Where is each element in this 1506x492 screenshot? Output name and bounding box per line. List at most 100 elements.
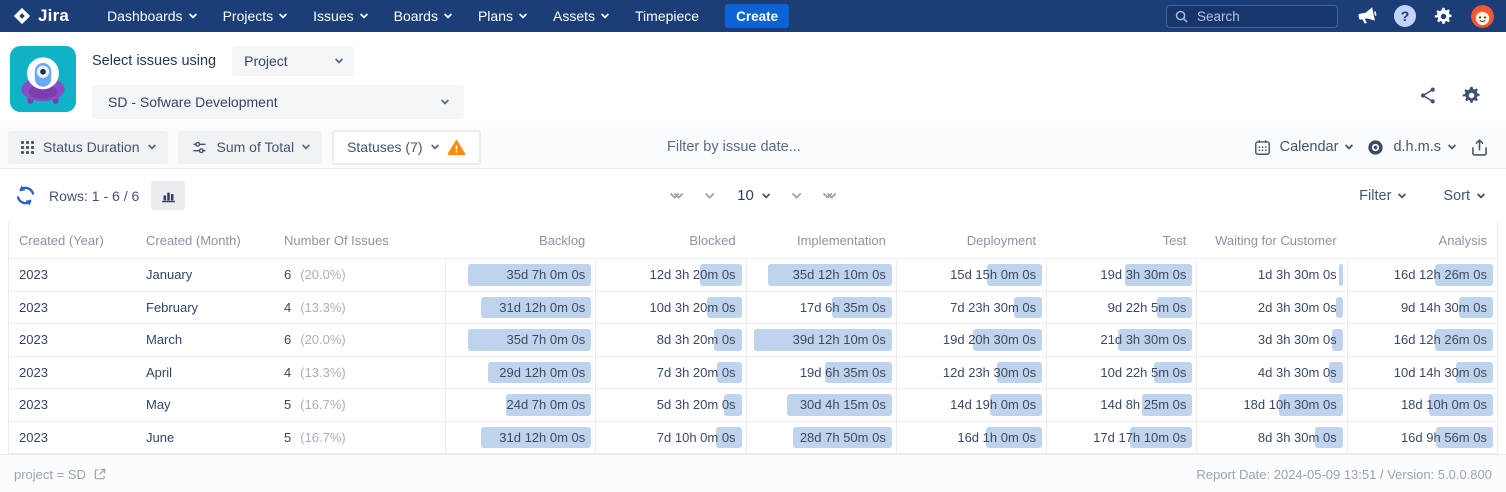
column-header[interactable]: Waiting for Customer: [1196, 222, 1346, 258]
table-row[interactable]: 2023 April 4 (13.3%) 29d 12h 0m 0s 7d 3h 20m …: [9, 355, 1497, 388]
search-icon: [1175, 10, 1188, 23]
share-button[interactable]: [1418, 85, 1439, 106]
jql-query-link[interactable]: project = SD: [14, 467, 107, 482]
report-meta-text: Report Date: 2024-05-09 13:51 / Version:…: [1196, 466, 1492, 482]
table-row[interactable]: 2023 February 4 (13.3%) 31d 12h 0m 0s 10d 3h …: [9, 290, 1497, 323]
nav-item-plans[interactable]: Plans: [478, 8, 528, 24]
question-mark-icon: ?: [1400, 8, 1410, 24]
sliders-icon: [192, 141, 206, 153]
table-row[interactable]: 2023 May 5 (16.7%) 24d 7h 0m 0s 5d 3h 20m 0s 3…: [9, 388, 1497, 421]
issue-percent: (20.0%): [300, 267, 346, 283]
filter-menu[interactable]: Filter: [1359, 179, 1407, 212]
time-format-value: d.h.m.s: [1393, 139, 1441, 155]
project-select[interactable]: SD - Sofware Development: [92, 85, 464, 119]
duration-value: 10d 3h 20m 0s: [649, 299, 736, 315]
column-header[interactable]: Analysis: [1347, 222, 1497, 258]
export-button[interactable]: [1469, 137, 1490, 158]
column-header[interactable]: Blocked: [595, 222, 745, 258]
chevron-down-icon: [1447, 141, 1457, 150]
duration-value: 8d 3h 30m 0s: [1257, 429, 1337, 445]
help-button[interactable]: ?: [1394, 5, 1416, 27]
chart-view-button[interactable]: [151, 181, 186, 210]
settings-button[interactable]: [1433, 6, 1454, 27]
duration-value: 14d 19h 0m 0s: [950, 397, 1037, 413]
nav-item-timepiece[interactable]: Timepiece: [635, 8, 699, 24]
duration-cell: 31d 12h 0m 0s: [445, 421, 595, 453]
duration-cell: 30d 4h 15m 0s: [745, 389, 896, 421]
duration-value: 30d 4h 15m 0s: [799, 397, 886, 413]
column-header[interactable]: Test: [1046, 222, 1196, 258]
first-page-button[interactable]: [669, 189, 684, 200]
column-header[interactable]: Created (Year): [9, 222, 146, 258]
duration-value: 19d 6h 35m 0s: [799, 364, 886, 380]
duration-cell: 8d 3h 20m 0s: [595, 324, 745, 356]
nav-item-label: Projects: [222, 8, 274, 24]
nav-item-label: Boards: [393, 8, 438, 24]
duration-value: 7d 23h 30m 0s: [950, 299, 1037, 315]
external-link-icon: [94, 468, 106, 480]
duration-cell: 17d 6h 35m 0s: [745, 291, 896, 323]
aggregation-value: Sum of Total: [216, 139, 295, 155]
column-header[interactable]: Implementation: [746, 222, 896, 258]
year-cell: 2023: [19, 332, 48, 348]
duration-value: 35d 12h 10m 0s: [792, 267, 886, 283]
calendar-icon: [1254, 139, 1270, 155]
duration-cell: 2d 3h 30m 0s: [1196, 291, 1346, 323]
column-header[interactable]: Backlog: [445, 222, 595, 258]
issue-percent: (13.3%): [300, 364, 346, 380]
report-settings-button[interactable]: [1461, 85, 1482, 106]
nav-item-assets[interactable]: Assets: [553, 8, 610, 24]
aggregation-select[interactable]: Sum of Total: [177, 130, 323, 164]
jira-logo[interactable]: Jira: [12, 6, 69, 26]
duration-cell: 7d 23h 30m 0s: [895, 291, 1046, 323]
issue-count: 4: [284, 364, 292, 380]
duration-cell: 14d 8h 25m 0s: [1046, 389, 1196, 421]
nav-item-dashboards[interactable]: Dashboards: [107, 8, 197, 24]
page-size-select[interactable]: 10: [737, 187, 771, 204]
report-type-select[interactable]: Status Duration: [8, 130, 168, 164]
issue-source-selects: Select issues using Project SD - Sofware…: [92, 46, 464, 126]
time-format-select[interactable]: d.h.m.s: [1366, 131, 1457, 164]
issue-date-filter[interactable]: Filter by issue date...: [667, 139, 801, 155]
table-row[interactable]: 2023 June 5 (16.7%) 31d 12h 0m 0s 7d 10h 0m 0…: [9, 420, 1497, 453]
duration-value: 28d 7h 50m 0s: [799, 429, 886, 445]
refresh-button[interactable]: [14, 184, 37, 207]
duration-cell: 16d 9h 56m 0s: [1346, 421, 1497, 453]
last-page-button[interactable]: [822, 189, 837, 200]
duration-cell: 28d 7h 50m 0s: [745, 421, 896, 453]
format-eye-icon: [1368, 139, 1384, 155]
duration-value: 9d 22h 5m 0s: [1107, 299, 1187, 315]
issue-source-select[interactable]: Project: [232, 46, 355, 76]
duration-value: 16d 12h 26m 0s: [1393, 267, 1487, 283]
next-page-button[interactable]: [791, 189, 802, 200]
chevron-down-icon: [301, 141, 311, 150]
duration-value: 14d 8h 25m 0s: [1100, 397, 1187, 413]
rows-count-label: Rows: 1 - 6 / 6: [49, 187, 140, 204]
issue-count: 6: [284, 332, 292, 348]
duration-value: 7d 10h 0m 0s: [656, 429, 736, 445]
chevron-down-icon: [359, 10, 368, 19]
prev-page-button[interactable]: [704, 189, 715, 200]
column-header[interactable]: Deployment: [896, 222, 1046, 258]
duration-cell: 4d 3h 30m 0s: [1196, 356, 1346, 388]
search-input[interactable]: [1166, 4, 1338, 28]
user-avatar[interactable]: [1471, 4, 1494, 28]
table-row[interactable]: 2023 January 6 (20.0%) 35d 7h 0m 0s 12d 3h 20…: [9, 258, 1497, 291]
nav-item-boards[interactable]: Boards: [393, 8, 453, 24]
month-cell: May: [146, 397, 171, 413]
duration-cell: 10d 3h 20m 0s: [595, 291, 745, 323]
announcements-button[interactable]: [1355, 5, 1377, 27]
column-header[interactable]: Created (Month): [146, 222, 284, 258]
duration-cell: 9d 22h 5m 0s: [1046, 291, 1196, 323]
issue-percent: (16.7%): [300, 397, 346, 413]
statuses-select[interactable]: Statuses (7): [332, 129, 481, 165]
create-button[interactable]: Create: [725, 4, 790, 28]
sort-menu[interactable]: Sort: [1443, 179, 1486, 212]
calendar-select[interactable]: Calendar: [1253, 131, 1354, 164]
column-header[interactable]: Number Of Issues: [284, 222, 445, 258]
duration-cell: 1d 3h 30m 0s: [1196, 259, 1346, 291]
table-row[interactable]: 2023 March 6 (20.0%) 35d 7h 0m 0s 8d 3h 20m 0…: [9, 323, 1497, 356]
gear-icon: [1434, 7, 1452, 24]
nav-item-issues[interactable]: Issues: [313, 8, 368, 24]
nav-item-projects[interactable]: Projects: [222, 8, 288, 24]
